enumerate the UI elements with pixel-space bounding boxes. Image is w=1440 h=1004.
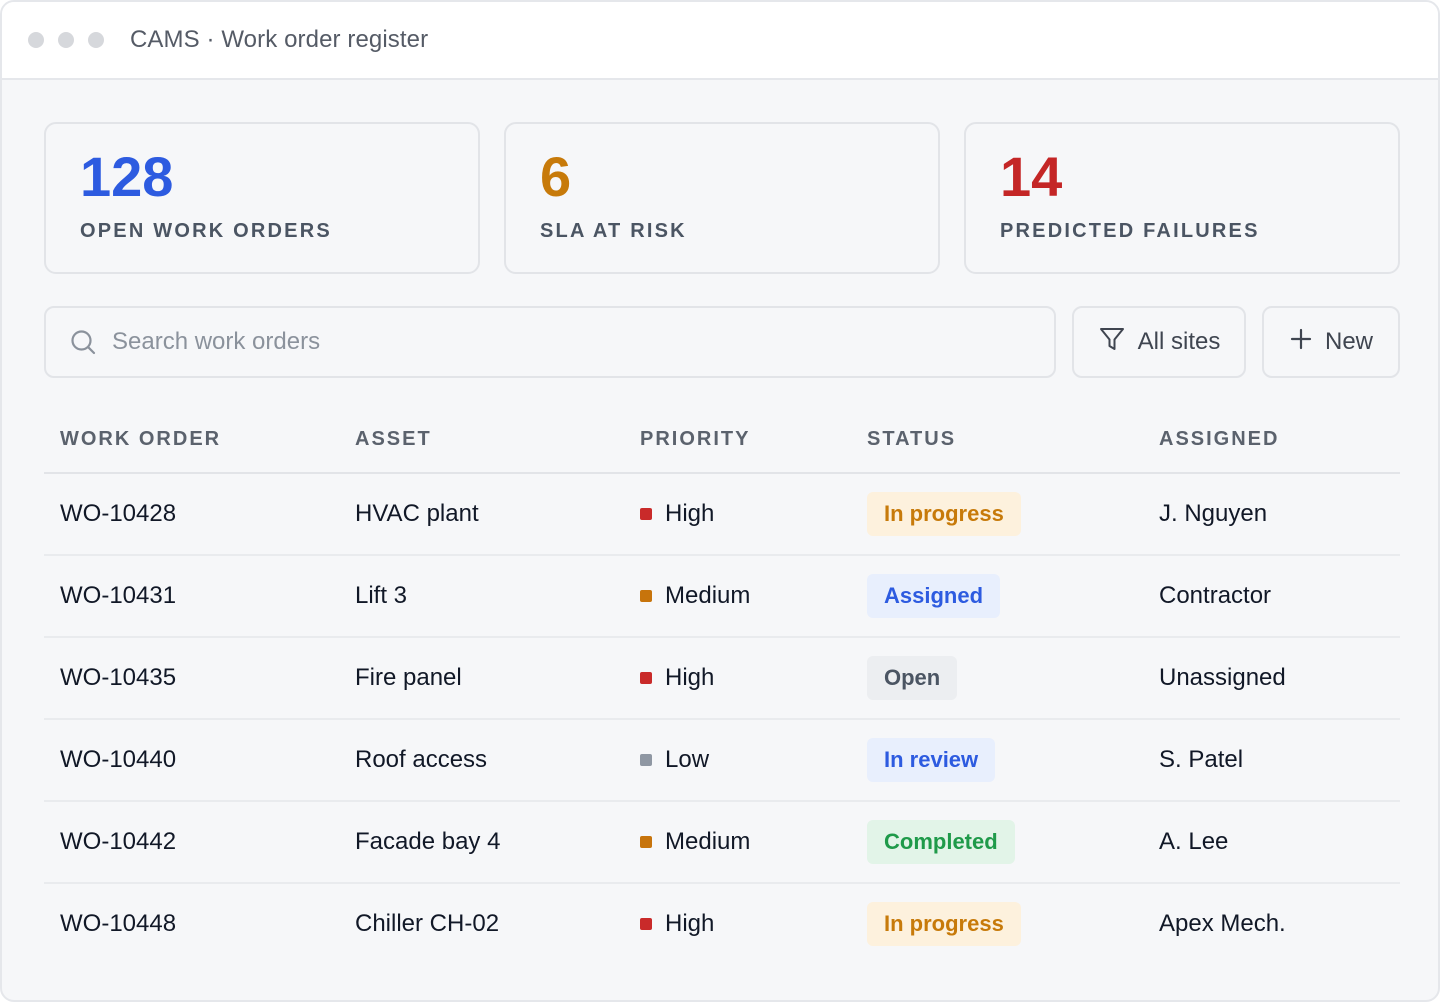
status-badge: In progress xyxy=(867,902,1021,946)
assignee: Unassigned xyxy=(1159,664,1286,691)
stat-label: SLA AT RISK xyxy=(540,220,687,242)
filter-icon xyxy=(1098,325,1126,360)
priority-cell: High xyxy=(640,884,714,964)
work-order-id[interactable]: WO-10428 xyxy=(60,474,176,554)
work-order-id[interactable]: WO-10435 xyxy=(60,638,176,718)
column-header-assigned[interactable]: ASSIGNED xyxy=(1159,428,1279,451)
table-row[interactable]: WO-10440 Roof access Low In review S. Pa… xyxy=(44,720,1400,802)
stat-value: 6 xyxy=(540,145,572,208)
priority-label: High xyxy=(665,664,715,691)
priority-label: Low xyxy=(665,746,710,773)
assignee: Contractor xyxy=(1159,582,1272,609)
priority-cell: Medium xyxy=(640,802,750,882)
asset-name: Lift 3 xyxy=(355,582,408,609)
priority-cell: High xyxy=(640,474,714,554)
window-minimize-dot[interactable] xyxy=(58,32,74,48)
priority-label: Medium xyxy=(665,828,751,855)
status-badge: Completed xyxy=(867,820,1015,864)
assignee: Apex Mech. xyxy=(1159,910,1286,937)
work-order-id[interactable]: WO-10442 xyxy=(60,802,176,882)
search-input[interactable] xyxy=(112,328,1012,356)
window-title: CAMS · Work order register xyxy=(130,26,429,53)
status-cell: In review xyxy=(867,720,996,800)
assignee: J. Nguyen xyxy=(1159,500,1268,527)
asset-name: HVAC plant xyxy=(355,500,479,527)
priority-label: High xyxy=(665,500,715,527)
table-header: WORK ORDER ASSET PRIORITY STATUS ASSIGNE… xyxy=(44,402,1400,474)
table-row[interactable]: WO-10435 Fire panel High Open Unassigned xyxy=(44,638,1400,720)
plus-icon xyxy=(1289,327,1313,358)
new-button-label: New xyxy=(1324,328,1373,355)
app-window: CAMS · Work order register 128 OPEN WORK… xyxy=(0,0,1440,1002)
window-controls xyxy=(28,32,104,48)
site-filter-label: All sites xyxy=(1137,328,1221,355)
work-order-id[interactable]: WO-10440 xyxy=(60,720,176,800)
toolbar: All sites New xyxy=(44,306,1400,378)
table-row[interactable]: WO-10431 Lift 3 Medium Assigned Contract… xyxy=(44,556,1400,638)
status-badge: Open xyxy=(867,656,958,700)
stat-card-predicted-failures[interactable]: 14 PREDICTED FAILURES xyxy=(964,122,1400,274)
site-filter-button[interactable]: All sites xyxy=(1072,306,1246,378)
priority-indicator xyxy=(640,754,652,766)
new-work-order-button[interactable]: New xyxy=(1262,306,1400,378)
table-row[interactable]: WO-10448 Chiller CH-02 High In progress … xyxy=(44,884,1400,966)
stat-card-sla-at-risk[interactable]: 6 SLA AT RISK xyxy=(504,122,940,274)
search-box[interactable] xyxy=(44,306,1056,378)
priority-indicator xyxy=(640,836,652,848)
priority-cell: Low xyxy=(640,720,709,800)
priority-label: Medium xyxy=(665,582,751,609)
work-order-table: WORK ORDER ASSET PRIORITY STATUS ASSIGNE… xyxy=(44,402,1400,966)
column-header-asset[interactable]: ASSET xyxy=(355,428,432,451)
column-header-status[interactable]: STATUS xyxy=(867,428,956,451)
stat-value: 128 xyxy=(80,145,174,208)
window-maximize-dot[interactable] xyxy=(88,32,104,48)
stat-value: 14 xyxy=(1000,145,1063,208)
status-badge: In review xyxy=(867,738,996,782)
asset-name: Facade bay 4 xyxy=(355,828,501,855)
work-order-id[interactable]: WO-10448 xyxy=(60,884,176,964)
work-order-id[interactable]: WO-10431 xyxy=(60,556,176,636)
status-badge: Assigned xyxy=(867,574,1001,618)
priority-label: High xyxy=(665,910,715,937)
table-row[interactable]: WO-10428 HVAC plant High In progress J. … xyxy=(44,474,1400,556)
priority-indicator xyxy=(640,918,652,930)
asset-name: Roof access xyxy=(355,746,488,773)
status-cell: Assigned xyxy=(867,556,1001,636)
window-close-dot[interactable] xyxy=(28,32,44,48)
priority-cell: High xyxy=(640,638,714,718)
status-cell: Completed xyxy=(867,802,1015,882)
column-header-work-order[interactable]: WORK ORDER xyxy=(60,428,221,451)
status-cell: In progress xyxy=(867,884,1021,964)
search-icon xyxy=(68,327,98,357)
table-row[interactable]: WO-10442 Facade bay 4 Medium Completed A… xyxy=(44,802,1400,884)
asset-name: Fire panel xyxy=(355,664,462,691)
stat-label: OPEN WORK ORDERS xyxy=(80,220,332,242)
assignee: S. Patel xyxy=(1159,746,1244,773)
assignee: A. Lee xyxy=(1159,828,1229,855)
priority-indicator xyxy=(640,672,652,684)
status-cell: Open xyxy=(867,638,958,718)
stat-label: PREDICTED FAILURES xyxy=(1000,220,1260,242)
status-badge: In progress xyxy=(867,492,1021,536)
priority-indicator xyxy=(640,508,652,520)
asset-name: Chiller CH-02 xyxy=(355,910,500,937)
column-header-priority[interactable]: PRIORITY xyxy=(640,428,750,451)
status-cell: In progress xyxy=(867,474,1021,554)
priority-cell: Medium xyxy=(640,556,750,636)
stat-card-open-work-orders[interactable]: 128 OPEN WORK ORDERS xyxy=(44,122,480,274)
priority-indicator xyxy=(640,590,652,602)
stats-cards: 128 OPEN WORK ORDERS 6 SLA AT RISK 14 PR… xyxy=(44,122,1400,274)
title-bar: CAMS · Work order register xyxy=(2,2,1438,80)
